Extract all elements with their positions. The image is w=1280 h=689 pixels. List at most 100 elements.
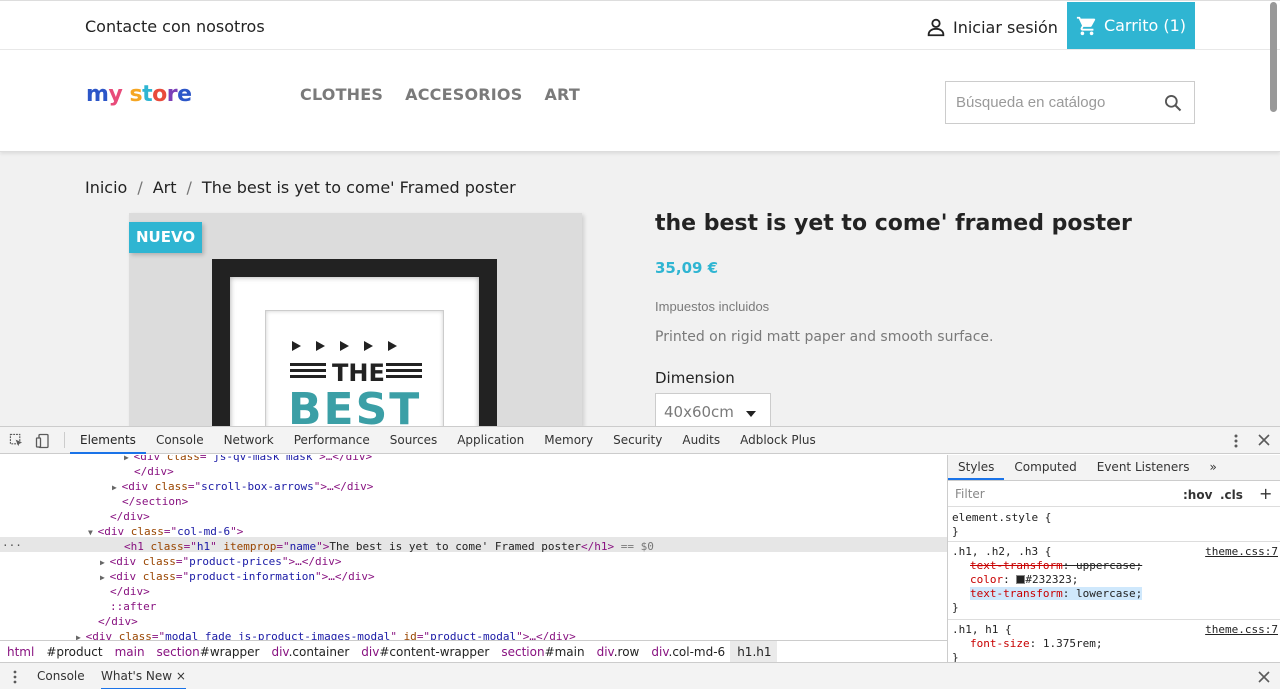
tab-more[interactable]: » <box>1199 455 1226 480</box>
css-property[interactable]: text-transform: lowercase; <box>952 587 1280 601</box>
dimension-select[interactable]: 40x60cm <box>655 393 771 426</box>
poster-arrows <box>292 341 397 351</box>
dom-node-line[interactable]: ▶ <div class="product-information">…</di… <box>100 569 375 584</box>
dom-node-line[interactable]: <h1 class="h1" itemprop="name">The best … <box>124 539 654 554</box>
product-description: Printed on rigid matt paper and smooth s… <box>655 329 994 345</box>
tab-performance[interactable]: Performance <box>284 427 380 454</box>
search-box <box>945 81 1195 124</box>
dom-breadcrumb-item[interactable]: div.row <box>590 645 645 659</box>
login-link[interactable]: Iniciar sesión <box>925 16 1058 38</box>
dom-node-line[interactable]: ▶ <div class="modal fade js-product-imag… <box>76 629 576 640</box>
more-options-icon[interactable] <box>1230 433 1242 449</box>
dom-breadcrumb-item[interactable]: div.col-md-6 <box>644 645 730 659</box>
tab-computed[interactable]: Computed <box>1004 455 1086 480</box>
dom-node-line[interactable]: ▼ <div class="col-md-6"> <box>88 524 243 539</box>
logo-letter: r <box>166 82 178 107</box>
css-rule-h1-h2-h3: .h1, .h2, .h3 { theme.css:7 text-transfo… <box>948 545 1280 615</box>
dom-breadcrumb-item[interactable]: section#wrapper <box>150 645 265 659</box>
nav-item-clothes[interactable]: CLOTHES <box>300 85 383 104</box>
tab-security[interactable]: Security <box>603 427 672 454</box>
tab-sources[interactable]: Sources <box>380 427 447 454</box>
tab-network[interactable]: Network <box>214 427 284 454</box>
property-name: text-transform <box>970 559 1063 572</box>
css-property[interactable]: font-size: 1.375rem; <box>952 637 1280 651</box>
tab-event-listeners[interactable]: Event Listeners <box>1087 455 1200 480</box>
devtools-drawer: Console What's New × <box>0 662 1280 689</box>
cart-icon <box>1076 16 1096 35</box>
drawer-tab-whats-new[interactable]: What's New × <box>101 669 186 689</box>
breadcrumb: Inicio / Art / The best is yet to come' … <box>85 178 516 197</box>
tab-styles[interactable]: Styles <box>948 455 1005 480</box>
tab-application[interactable]: Application <box>447 427 534 454</box>
property-value: uppercase; <box>1075 559 1143 572</box>
dom-breadcrumb-item[interactable]: div#content-wrapper <box>354 645 494 659</box>
property-name: text-transform <box>970 587 1063 600</box>
rule-close-brace: } <box>952 651 959 662</box>
new-badge: NUEVO <box>129 222 203 253</box>
drawer-tab-console[interactable]: Console <box>37 669 85 683</box>
dom-breadcrumb-item[interactable]: main <box>108 645 150 659</box>
new-rule-button[interactable]: + <box>1259 484 1272 503</box>
nav-item-accesorios[interactable]: ACCESORIOS <box>405 85 522 104</box>
drawer-menu-icon[interactable] <box>11 670 19 684</box>
cart-button[interactable]: Carrito (1) <box>1067 2 1195 49</box>
dom-breadcrumb-item[interactable]: #product <box>39 645 107 659</box>
tab-adblock-plus[interactable]: Adblock Plus <box>730 427 826 454</box>
tab-console[interactable]: Console <box>146 427 214 454</box>
css-property[interactable]: color: #232323; <box>952 573 1280 587</box>
expand-toggle: ▶ <box>124 455 134 462</box>
tab-memory[interactable]: Memory <box>534 427 603 454</box>
tab-elements[interactable]: Elements <box>70 427 146 454</box>
expand-toggle: ▶ <box>100 573 110 582</box>
dom-breadcrumb-item[interactable]: h1.h1 <box>730 640 777 663</box>
styles-filter-input[interactable] <box>950 484 1172 504</box>
close-drawer-icon[interactable] <box>1257 670 1271 684</box>
dom-breadcrumb-item[interactable]: div.container <box>264 645 354 659</box>
chevron-down-icon <box>746 411 756 417</box>
expand-toggle: ▶ <box>76 633 86 640</box>
property-value: #232323; <box>1025 573 1079 586</box>
dom-breadcrumb-item[interactable]: section#main <box>494 645 589 659</box>
expand-toggle: ▶ <box>100 558 110 567</box>
dom-node-line[interactable]: ▶ <div class="js-qv-mask mask">…</div> <box>124 455 372 464</box>
inspect-element-icon[interactable] <box>9 433 24 448</box>
hover-state-toggle[interactable]: :hov <box>1183 488 1212 502</box>
product-price: 35,09 € <box>655 259 719 277</box>
element-style-selector: element.style { <box>952 511 1052 524</box>
login-label: Iniciar sesión <box>953 17 1058 37</box>
device-toolbar-icon[interactable] <box>35 433 51 449</box>
page-scrollbar[interactable] <box>1270 2 1277 112</box>
dom-node-line[interactable]: </div> <box>98 614 138 629</box>
property-name: font-size <box>970 637 1030 650</box>
dom-node-line[interactable]: </div> <box>110 584 150 599</box>
website-viewport: Contacte con nosotros Iniciar sesión Car… <box>0 0 1280 426</box>
tab-audits[interactable]: Audits <box>672 427 730 454</box>
rule-source-link[interactable]: theme.css:7 <box>1205 545 1278 559</box>
nav-item-art[interactable]: ART <box>544 85 580 104</box>
breadcrumb-item-art[interactable]: Art <box>153 178 177 197</box>
node-options-dots[interactable]: ... <box>2 536 22 549</box>
dom-breadcrumb-item[interactable]: html <box>0 645 39 659</box>
rule-source-link[interactable]: theme.css:7 <box>1205 623 1278 637</box>
dom-node-line[interactable]: </div> <box>110 509 150 524</box>
dom-node-line[interactable]: ::after <box>110 599 156 614</box>
dom-node-line[interactable]: </section> <box>122 494 188 509</box>
search-icon[interactable] <box>1163 93 1183 113</box>
dom-node-line[interactable]: ▶ <div class="scroll-box-arrows">…</div> <box>112 479 373 494</box>
contact-link[interactable]: Contacte con nosotros <box>85 17 265 36</box>
breadcrumb-item-home[interactable]: Inicio <box>85 178 127 197</box>
logo-letter: m <box>86 82 109 107</box>
main-nav: CLOTHES ACCESORIOS ART <box>300 85 580 104</box>
search-input[interactable] <box>946 82 1146 122</box>
store-logo[interactable]: my store <box>86 82 192 107</box>
css-property[interactable]: text-transform: uppercase; <box>952 559 1280 573</box>
class-toggle[interactable]: .cls <box>1220 488 1243 502</box>
close-icon[interactable] <box>1257 433 1271 447</box>
tax-note: Impuestos incluidos <box>655 299 770 314</box>
breadcrumb-item-current: The best is yet to come' Framed poster <box>201 178 516 197</box>
close-tab-icon[interactable]: × <box>176 669 186 683</box>
poster-lines-left <box>290 363 326 381</box>
dom-node-line[interactable]: </div> <box>134 464 174 479</box>
dom-node-line[interactable]: ▶ <div class="product-prices">…</div> <box>100 554 341 569</box>
styles-tabs: Styles Computed Event Listeners » <box>948 455 1280 481</box>
